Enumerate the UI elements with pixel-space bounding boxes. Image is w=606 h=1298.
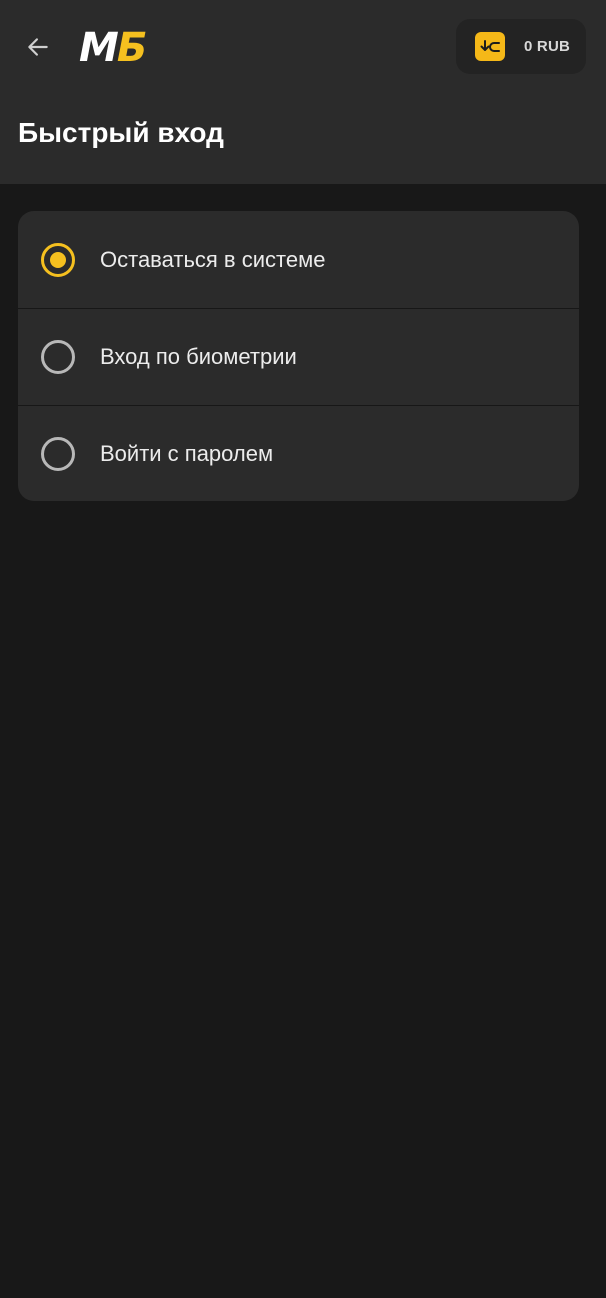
- option-label: Войти с паролем: [100, 441, 274, 466]
- quick-login-options: Оставаться в системе Вход по биометрии В…: [18, 211, 579, 501]
- radio-unchecked-icon[interactable]: [41, 437, 75, 471]
- balance-amount: 0 RUB: [524, 38, 571, 55]
- radio-unchecked-icon[interactable]: [41, 340, 75, 374]
- balance-button[interactable]: 0 RUB: [456, 19, 586, 74]
- radio-checked-icon[interactable]: [41, 242, 75, 277]
- option-password-login[interactable]: Войти с паролем: [18, 405, 579, 501]
- logo-letter-b: Б: [116, 25, 147, 71]
- page-title: Быстрый вход: [18, 117, 224, 148]
- app-screen: МБ 0 RUB Быстрый вход Оставаться в систе…: [0, 0, 606, 1298]
- option-biometric-login[interactable]: Вход по биометрии: [18, 308, 579, 405]
- wallet-deposit-icon: [475, 32, 505, 61]
- top-bar: МБ 0 RUB Быстрый вход: [0, 0, 606, 184]
- arrow-left-icon: [28, 38, 48, 56]
- option-label: Оставаться в системе: [100, 246, 326, 272]
- brand-logo: МБ: [79, 25, 147, 71]
- option-label: Вход по биометрии: [100, 344, 297, 369]
- back-button[interactable]: [18, 27, 58, 67]
- logo-letter-m: М: [79, 25, 119, 71]
- option-stay-signed-in[interactable]: Оставаться в системе: [18, 211, 579, 308]
